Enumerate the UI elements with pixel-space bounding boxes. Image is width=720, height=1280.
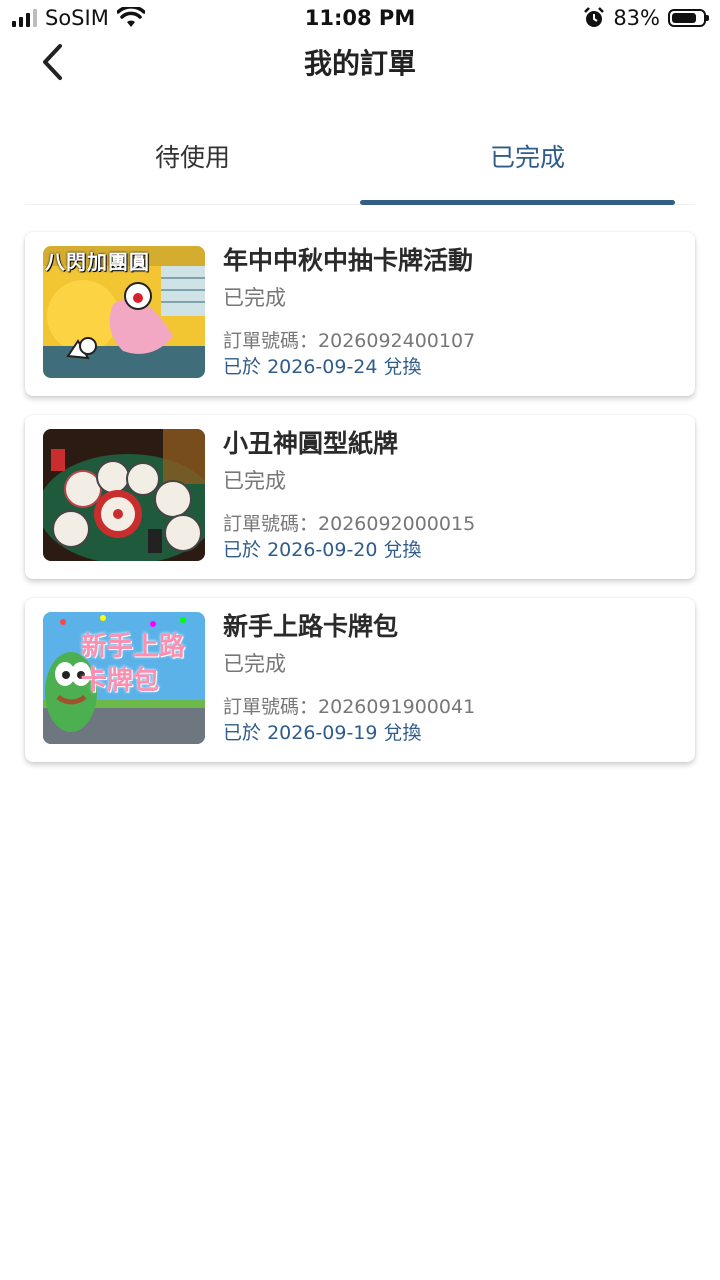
product-image <box>43 429 205 561</box>
order-card[interactable]: 八閃加團圓 年中中秋中抽卡牌活動 已完成 訂單號碼：2026092400107 … <box>25 232 695 396</box>
order-list: 八閃加團圓 年中中秋中抽卡牌活動 已完成 訂單號碼：2026092400107 … <box>25 232 695 781</box>
thumb-caption: 新手上路卡牌包 <box>81 632 186 696</box>
order-status: 已完成 <box>223 469 286 493</box>
battery-icon <box>668 9 709 27</box>
order-title: 小丑神圓型紙牌 <box>223 429 399 458</box>
order-number: 訂單號碼：2026091900041 <box>223 696 476 718</box>
order-card[interactable]: 新手上路卡牌包 新手上路卡牌包 已完成 訂單號碼：2026091900041 已… <box>25 598 695 762</box>
order-tabs: 待使用 已完成 <box>25 120 695 205</box>
battery-percent: 83% <box>613 6 660 30</box>
order-number: 訂單號碼：2026092000015 <box>223 513 476 535</box>
order-status: 已完成 <box>223 652 286 676</box>
product-image: 新手上路卡牌包 <box>43 612 205 744</box>
status-right: 83% <box>583 6 709 30</box>
order-title: 新手上路卡牌包 <box>223 612 399 641</box>
thumb-caption: 八閃加團圓 <box>45 250 150 274</box>
order-number: 訂單號碼：2026092400107 <box>223 330 476 352</box>
alarm-icon <box>584 7 605 27</box>
redeem-date: 已於 2026-09-24 兌換 <box>223 356 422 378</box>
redeem-date: 已於 2026-09-19 兌換 <box>223 722 422 744</box>
nav-header: 我的訂單 <box>0 38 720 88</box>
status-bar: SoSIM 11:08 PM 83% <box>0 0 720 40</box>
redeem-date: 已於 2026-09-20 兌換 <box>223 539 422 561</box>
product-image: 八閃加團圓 <box>43 246 205 378</box>
order-title: 年中中秋中抽卡牌活動 <box>223 246 474 275</box>
order-status: 已完成 <box>223 286 286 310</box>
tab-completed[interactable]: 已完成 <box>360 120 695 205</box>
page-title: 我的訂單 <box>303 47 416 80</box>
tab-pending[interactable]: 待使用 <box>25 120 360 204</box>
order-card[interactable]: 小丑神圓型紙牌 已完成 訂單號碼：2026092000015 已於 2026-0… <box>25 415 695 579</box>
